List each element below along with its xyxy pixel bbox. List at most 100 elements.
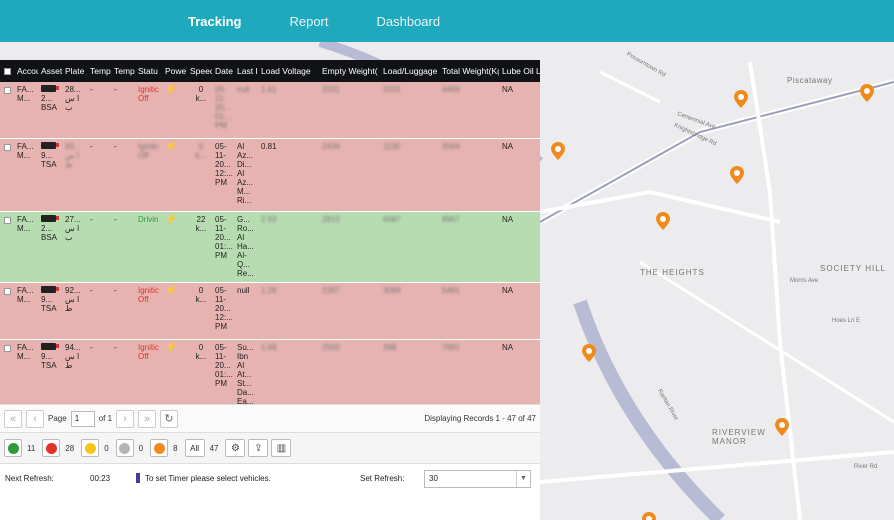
map-label-heights: THE HEIGHTS [640, 268, 705, 277]
next-refresh-label: Next Refresh: [5, 474, 54, 483]
col-date[interactable]: Date [212, 66, 234, 76]
map-pin-icon[interactable] [730, 166, 744, 184]
table-row[interactable]: FA... M... 9... TSA 93... ا س ط - - Igni… [0, 139, 540, 212]
status-dot [7, 442, 19, 454]
cell-date: 05- 11- 20... 12:... PM [215, 142, 233, 187]
row-checkbox[interactable] [0, 212, 14, 282]
tab-dashboard[interactable]: Dashboard [377, 14, 441, 29]
cell-empty-weight: 2500 [322, 343, 340, 352]
col-speed[interactable]: Speed [187, 66, 212, 76]
truck-icon [41, 142, 59, 149]
map-icon[interactable]: ▥ [271, 439, 292, 457]
cell-temp1: - [90, 286, 93, 295]
cell-temp2: - [114, 343, 117, 352]
cell-total-weight: 4469 [442, 85, 460, 94]
cell-lube-oil: NA [502, 286, 514, 295]
row-checkbox[interactable] [0, 139, 14, 211]
table-row[interactable]: FA... M... 2... BSA 28... ا س ب - - Igni… [0, 82, 540, 139]
cell-empty-weight: 2434 [322, 142, 340, 151]
cell-status: Ignitic Off [138, 85, 159, 103]
globe-settings-icon[interactable]: ⚙ [225, 439, 246, 457]
cell-plate: 94... ا س ط [65, 343, 81, 370]
filter-offline-button[interactable] [115, 439, 134, 457]
cell-power: ⚡ [162, 82, 187, 138]
page-label: Page [48, 414, 67, 423]
status-dot [45, 442, 57, 454]
filter-moving-button[interactable] [4, 439, 22, 457]
row-checkbox[interactable] [0, 283, 14, 339]
map-pin-icon[interactable] [775, 418, 789, 436]
status-count: 0 [104, 443, 109, 453]
last-page-button[interactable]: » [138, 409, 157, 428]
cell-account: FA... M... [17, 142, 34, 160]
next-page-button[interactable]: › [116, 409, 135, 428]
select-all-checkbox[interactable] [0, 66, 14, 77]
cell-temp2: - [114, 85, 117, 94]
map-pin-icon[interactable] [551, 142, 565, 160]
cell-load-voltage: 1.68 [261, 343, 277, 352]
map-label-piscataway: Piscataway [787, 76, 833, 85]
cell-plate: 28... ا س ب [65, 85, 81, 112]
tab-report[interactable]: Report [289, 14, 328, 29]
filter-alert-button[interactable] [150, 439, 169, 457]
col-asset[interactable]: Asset [38, 66, 62, 76]
cell-load-voltage: 1.61 [261, 85, 277, 94]
map-pin-icon[interactable] [734, 90, 748, 108]
cell-temp2: - [114, 215, 117, 224]
refresh-interval-select[interactable]: 30 ▼ [424, 470, 531, 488]
cell-plate: 93... ا س ط [65, 142, 81, 169]
table-row[interactable]: FA... M... 9... TSA 92... ا س ط - - Igni… [0, 283, 540, 340]
col-power[interactable]: Powe [162, 66, 187, 76]
refresh-icon[interactable]: ↻ [160, 409, 179, 428]
map-pin-icon[interactable] [582, 344, 596, 362]
cell-load-luggage: 398 [383, 343, 397, 352]
prev-page-button[interactable]: ‹ [26, 409, 44, 428]
first-page-button[interactable]: « [4, 409, 22, 428]
map-pin-icon[interactable] [860, 84, 874, 102]
col-empty-weight[interactable]: Empty Weight( [319, 66, 380, 76]
col-load-voltage[interactable]: Load Voltage [258, 66, 319, 76]
power-bolt-icon: ⚡ [165, 214, 178, 225]
cell-lube-oil: NA [502, 215, 514, 224]
cell-speed: 0 k... [195, 85, 207, 103]
col-total-weight[interactable]: Total Weight(Kg [439, 66, 499, 76]
cell-asset-text: 2... BSA [41, 224, 58, 242]
row-checkbox[interactable] [0, 82, 14, 138]
cell-account: FA... M... [17, 343, 34, 361]
tab-tracking[interactable]: Tracking [188, 14, 241, 29]
cell-load-luggage: 6087 [383, 215, 401, 224]
cell-empty-weight: 2031 [322, 85, 340, 94]
table-row[interactable]: FA... M... 2... BSA 27... ا س ب - - Driv… [0, 212, 540, 283]
map-pin-icon[interactable] [642, 512, 656, 520]
cell-load-voltage: 1.26 [261, 286, 277, 295]
filter-idle-button[interactable] [81, 439, 100, 457]
all-count: 47 [209, 443, 219, 453]
col-plate[interactable]: Plate [62, 66, 87, 76]
pause-icon[interactable] [136, 473, 140, 483]
row-checkbox[interactable] [0, 340, 14, 404]
col-load-luggage[interactable]: Load/Luggage [380, 66, 439, 76]
cell-temp2: - [114, 286, 117, 295]
map-label-riverview: RIVERVIEW MANOR [712, 428, 766, 446]
status-dot [84, 442, 96, 454]
col-temp2[interactable]: Temp [111, 66, 135, 76]
col-account[interactable]: Accou [14, 66, 38, 76]
page-number-input[interactable]: 1 [70, 410, 95, 427]
col-status[interactable]: Statu [135, 66, 162, 76]
status-dot [119, 442, 131, 454]
top-navigation: Tracking Report Dashboard [0, 0, 894, 42]
filter-all-button[interactable]: All [184, 439, 205, 457]
filter-stopped-button[interactable] [42, 439, 61, 457]
table-row[interactable]: FA... M... 9... TSA 94... ا س ط - - Igni… [0, 340, 540, 404]
map-label-hoes-ln: Hoes Ln E [832, 318, 861, 324]
map-pin-icon[interactable] [656, 212, 670, 230]
col-last-location[interactable]: Last I [234, 66, 258, 76]
cell-last-location: null [237, 85, 250, 94]
records-count: Displaying Records 1 - 47 of 47 [424, 414, 536, 423]
truck-icon [41, 286, 59, 293]
share-icon[interactable]: ⇪ [248, 439, 269, 457]
refresh-bar: Next Refresh: 00:23 To set Timer please … [0, 463, 540, 493]
cell-total-weight: 7691 [442, 343, 460, 352]
col-temp1[interactable]: Temp [87, 66, 111, 76]
col-lube-oil[interactable]: Lube Oil Le [499, 66, 540, 76]
